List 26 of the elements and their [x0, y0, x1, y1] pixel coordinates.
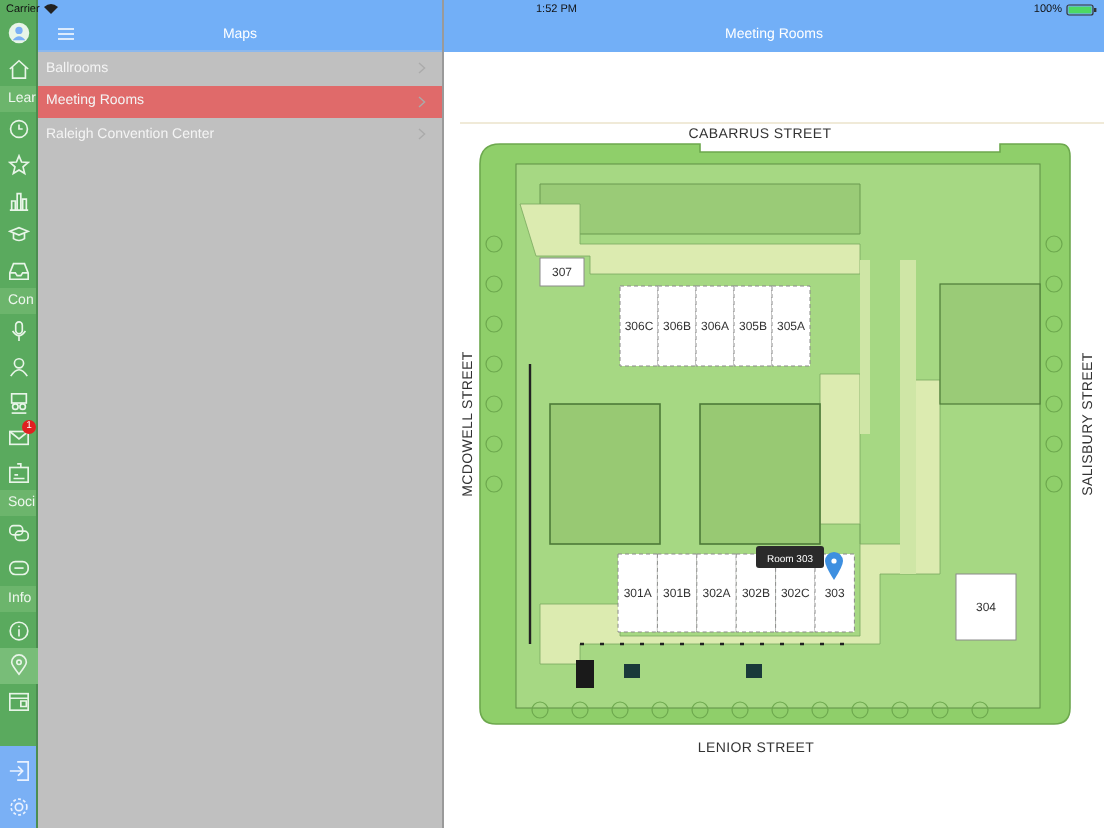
home-icon — [8, 57, 30, 80]
avatar-icon — [8, 22, 30, 45]
logout-icon — [8, 760, 30, 783]
id-card-icon — [8, 461, 30, 484]
battery-icon — [1066, 3, 1098, 15]
microphone-icon — [8, 320, 30, 343]
star-icon — [8, 154, 30, 177]
rail-tab[interactable] — [0, 647, 38, 683]
info-icon — [8, 619, 30, 642]
wifi-icon — [43, 4, 58, 14]
bar-chart-icon — [8, 189, 30, 212]
chevron-icon — [418, 95, 426, 108]
menu-button[interactable] — [54, 24, 78, 44]
map-pin-icon[interactable] — [825, 552, 843, 580]
speech-bubble-icon — [8, 558, 30, 581]
settings-icon — [8, 795, 30, 818]
chat-bubbles-icon — [8, 522, 30, 545]
clock-icon — [8, 118, 30, 141]
person-icon — [8, 356, 30, 379]
graduation-cap-icon — [8, 224, 30, 247]
calendar-icon — [8, 689, 30, 712]
menu-icon — [58, 28, 74, 40]
envelope-icon — [8, 426, 30, 449]
tray-icon — [8, 259, 30, 282]
location-pin-icon — [8, 654, 30, 677]
people-icon — [8, 391, 30, 414]
